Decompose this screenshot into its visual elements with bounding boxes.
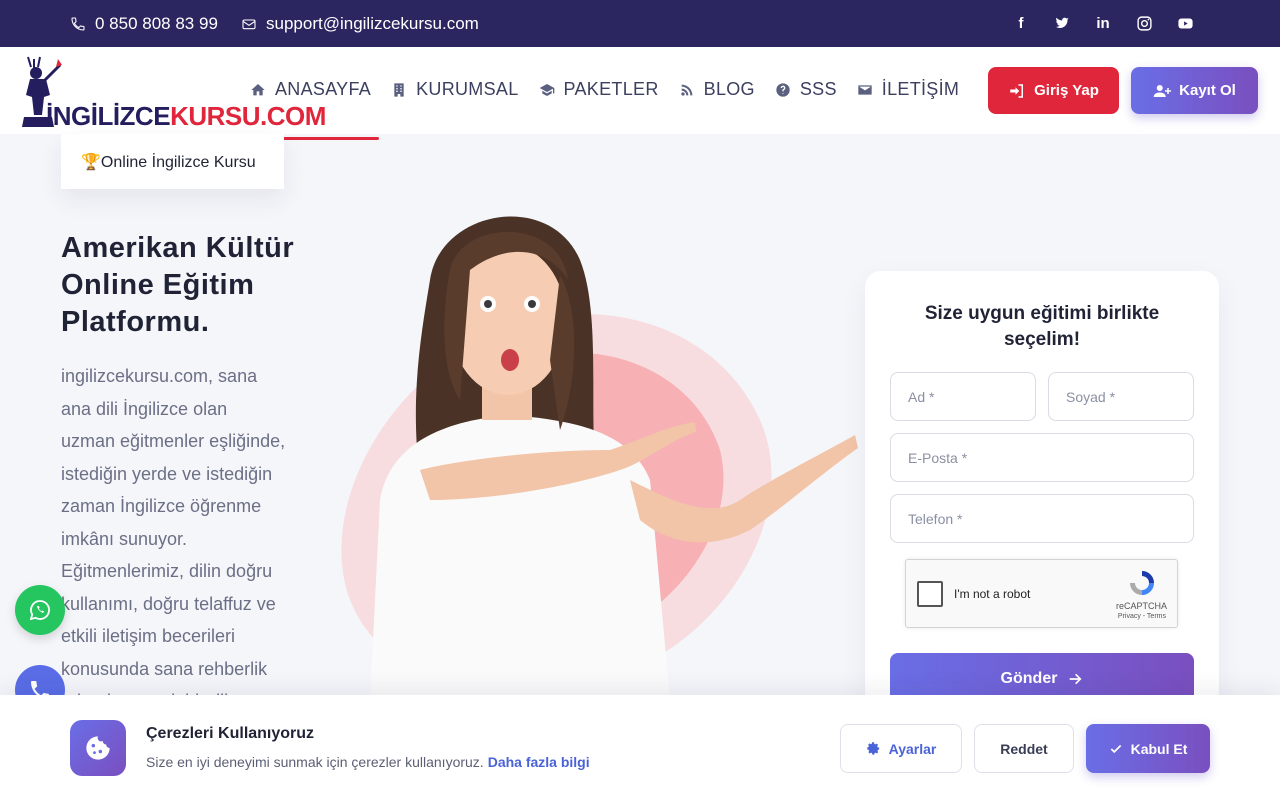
recaptcha-icon xyxy=(1130,571,1154,595)
whatsapp-button[interactable] xyxy=(15,585,65,635)
cookie-more-info-link[interactable]: Daha fazla bilgi xyxy=(488,754,590,770)
cookie-description: Size en iyi deneyimi sunmak için çerezle… xyxy=(146,754,590,770)
recaptcha-brand: reCAPTCHA xyxy=(1115,601,1167,611)
logo-wordmark: İNGİLİZCEKURSU.COM xyxy=(46,101,326,131)
nav-item-paketler[interactable]: PAKETLER xyxy=(539,79,659,100)
envelope-icon xyxy=(858,84,872,95)
twitter-icon[interactable] xyxy=(1053,14,1071,32)
hero-woman-image xyxy=(370,216,858,700)
social-links: f in xyxy=(1012,14,1194,32)
email-input[interactable] xyxy=(890,433,1194,482)
signup-form-card: Size uygun eğitimi birlikte seçelim! I'm… xyxy=(865,271,1219,711)
recaptcha-widget: I'm not a robot reCAPTCHA Privacy - Term… xyxy=(905,559,1178,628)
nav-item-anasayfa[interactable]: ANASAYFA xyxy=(250,79,371,100)
rss-icon xyxy=(680,84,692,96)
login-button[interactable]: Giriş Yap xyxy=(988,67,1119,114)
cookie-reject-button[interactable]: Reddet xyxy=(974,724,1074,773)
hero-title: Amerikan Kültür Online Eğitim Platformu. xyxy=(61,232,295,338)
last-name-input[interactable] xyxy=(1048,372,1194,421)
mail-icon xyxy=(242,19,256,30)
youtube-icon[interactable] xyxy=(1176,14,1194,32)
home-icon xyxy=(251,83,265,95)
phone-number: 0 850 808 83 99 xyxy=(95,14,218,33)
cookie-icon xyxy=(70,720,126,776)
nav-item-sss[interactable]: SSS xyxy=(775,79,837,100)
hero-description: ingilizcekursu.com, sana ana dili İngili… xyxy=(61,366,286,695)
email-contact[interactable]: support@ingilizcekursu.com xyxy=(241,14,479,34)
main-nav: ANASAYFA KURUMSAL PAKETLER BLOG SSS İLET… xyxy=(250,79,959,100)
nav-item-iletisim[interactable]: İLETİŞİM xyxy=(857,79,959,100)
nav-item-kurumsal[interactable]: KURUMSAL xyxy=(391,79,518,100)
phone-icon xyxy=(71,17,85,31)
check-icon xyxy=(1110,744,1121,753)
arrow-right-icon xyxy=(1070,673,1082,685)
nav-item-blog[interactable]: BLOG xyxy=(679,79,755,100)
whatsapp-icon xyxy=(29,600,50,621)
recaptcha-label: I'm not a robot xyxy=(954,587,1031,601)
email-address: support@ingilizcekursu.com xyxy=(266,14,479,33)
sign-in-icon xyxy=(1010,83,1024,98)
cookie-accept-button[interactable]: Kabul Et xyxy=(1086,724,1210,773)
instagram-icon[interactable] xyxy=(1135,14,1153,32)
gear-icon xyxy=(866,742,879,755)
graduation-cap-icon xyxy=(539,83,554,96)
form-title: Size uygun eğitimi birlikte seçelim! xyxy=(924,303,1160,350)
first-name-input[interactable] xyxy=(890,372,1036,421)
register-button[interactable]: Kayıt Ol xyxy=(1131,67,1258,114)
building-icon xyxy=(394,82,404,97)
cookie-title: Çerezleri Kullanıyoruz xyxy=(146,725,315,742)
recaptcha-checkbox[interactable] xyxy=(917,581,943,607)
user-plus-icon xyxy=(1153,84,1172,97)
cookie-settings-button[interactable]: Ayarlar xyxy=(840,724,962,773)
top-bar: 0 850 808 83 99 support@ingilizcekursu.c… xyxy=(0,0,1280,47)
facebook-icon[interactable]: f xyxy=(1012,14,1030,32)
main-header: İNGİLİZCEKURSU.COM ANASAYFA KURUMSAL PAK… xyxy=(0,47,1280,140)
phone-contact[interactable]: 0 850 808 83 99 xyxy=(70,14,218,34)
linkedin-icon[interactable]: in xyxy=(1094,14,1112,32)
hero-badge: 🏆Online İngilizce Kursu xyxy=(61,134,284,189)
cookie-consent-bar: Çerezleri Kullanıyoruz Size en iyi deney… xyxy=(0,695,1280,800)
recaptcha-terms[interactable]: Privacy - Terms xyxy=(1118,613,1166,620)
phone-input[interactable] xyxy=(890,494,1194,543)
question-icon xyxy=(776,82,790,97)
